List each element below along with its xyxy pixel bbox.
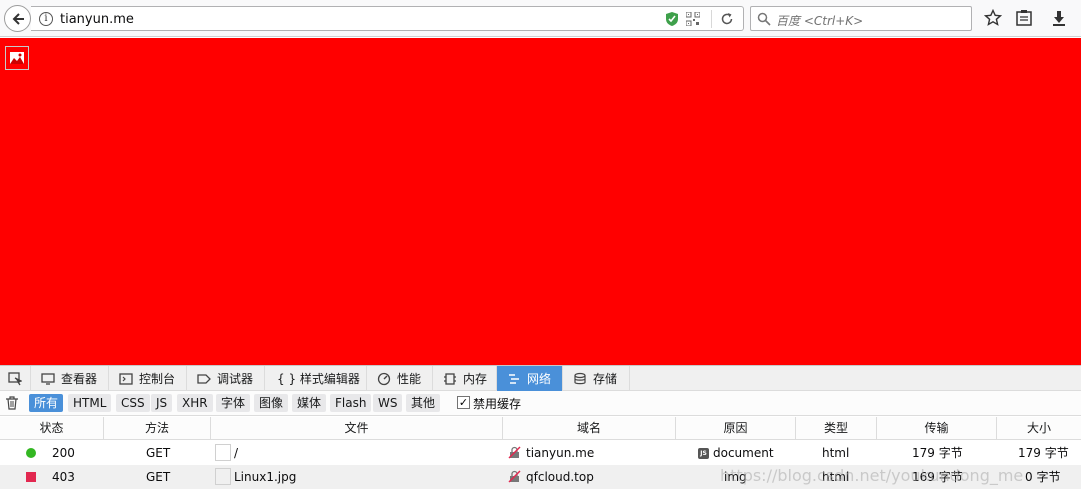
tab-label: 网络 — [527, 372, 552, 386]
request-file: Linux1.jpg — [234, 470, 297, 484]
watermark: https://blog.csdn.net/youkundong_me — [720, 466, 1024, 485]
performance-icon — [377, 372, 391, 385]
tab-network[interactable]: 网络 — [497, 366, 563, 391]
status-ok-icon — [26, 448, 36, 458]
network-icon — [509, 373, 519, 384]
debugger-icon — [197, 373, 211, 384]
tab-memory[interactable]: 内存 — [433, 366, 497, 391]
file-thumbnail — [215, 444, 231, 461]
tab-performance[interactable]: 性能 — [367, 366, 433, 391]
shield-icon[interactable] — [665, 11, 679, 27]
devtools-tab-strip: 查看器 控制台 调试器 { } 样式编辑器 性能 内存 网络 存储 — [0, 365, 1081, 391]
memory-icon — [444, 372, 456, 385]
table-row[interactable]: 200 GET / tianyun.me JS document html 17… — [0, 441, 1081, 465]
column-transferred[interactable]: 传输 — [877, 417, 997, 439]
status-code: 200 — [52, 446, 75, 460]
reload-icon[interactable] — [720, 12, 734, 26]
search-icon — [757, 12, 771, 26]
request-domain: tianyun.me — [526, 446, 595, 460]
request-table-header: 状态 方法 文件 域名 原因 类型 传输 大小 — [0, 417, 1081, 440]
filter-flash[interactable]: Flash — [330, 394, 372, 412]
filter-all[interactable]: 所有 — [29, 394, 64, 412]
bookmark-star-icon[interactable] — [984, 9, 1002, 27]
filter-media[interactable]: 媒体 — [292, 394, 327, 412]
tab-inspector[interactable]: 查看器 — [31, 366, 109, 391]
disable-cache-label[interactable]: 禁用缓存 — [473, 395, 521, 412]
back-button[interactable] — [4, 5, 31, 32]
network-filter-bar: 所有 HTML CSS JS XHR 字体 图像 媒体 Flash WS 其他 … — [0, 391, 1081, 416]
url-text[interactable]: tianyun.me — [60, 12, 134, 27]
file-thumbnail — [215, 468, 231, 485]
reading-list-icon[interactable] — [1015, 9, 1033, 27]
column-status[interactable]: 状态 — [0, 417, 104, 439]
tab-label: 性能 — [397, 372, 422, 386]
request-file: / — [234, 446, 239, 460]
request-cause: document — [713, 446, 774, 460]
info-icon[interactable]: i — [39, 12, 53, 26]
search-bar[interactable]: 百度 <Ctrl+K> — [750, 6, 972, 31]
column-size[interactable]: 大小 — [997, 417, 1081, 439]
qr-code-icon[interactable] — [686, 12, 700, 26]
tab-label: 内存 — [463, 372, 488, 386]
tab-label: 查看器 — [61, 372, 98, 386]
insecure-lock-icon — [508, 470, 521, 483]
image-placeholder-icon — [10, 52, 24, 64]
tab-console[interactable]: 控制台 — [109, 366, 187, 391]
status-code: 403 — [52, 470, 75, 484]
request-size: 179 字节 — [1018, 446, 1069, 460]
filter-xhr[interactable]: XHR — [177, 394, 213, 412]
request-transferred: 179 字节 — [912, 446, 963, 460]
column-file[interactable]: 文件 — [211, 417, 503, 439]
column-domain[interactable]: 域名 — [503, 417, 676, 439]
tab-label: 控制台 — [139, 372, 176, 386]
request-method: GET — [146, 470, 171, 484]
filter-fonts[interactable]: 字体 — [216, 394, 251, 412]
console-icon — [119, 372, 133, 385]
tab-label: 存储 — [593, 372, 618, 386]
arrow-left-icon — [12, 12, 24, 25]
tab-label: 调试器 — [217, 372, 254, 386]
element-picker-icon — [8, 371, 22, 385]
url-separator — [711, 10, 712, 28]
broken-image-icon — [5, 46, 29, 70]
request-method: GET — [146, 446, 171, 460]
trash-icon[interactable] — [5, 396, 19, 410]
filter-js[interactable]: JS — [151, 394, 173, 412]
column-cause[interactable]: 原因 — [676, 417, 796, 439]
disable-cache-checkbox[interactable]: ✓ — [457, 396, 470, 409]
js-badge-icon: JS — [698, 448, 709, 459]
filter-html[interactable]: HTML — [68, 394, 112, 412]
tab-debugger[interactable]: 调试器 — [187, 366, 265, 391]
tab-style-editor[interactable]: { } 样式编辑器 — [265, 366, 367, 391]
tab-label: { } 样式编辑器 — [277, 372, 360, 386]
page-viewport — [0, 38, 1081, 365]
url-bar[interactable]: i tianyun.me — [31, 6, 744, 31]
request-domain: qfcloud.top — [526, 470, 594, 484]
status-error-icon — [26, 472, 36, 482]
filter-images[interactable]: 图像 — [254, 394, 289, 412]
storage-icon — [574, 372, 586, 384]
browser-toolbar: i tianyun.me 百度 <Ctrl+K> — [0, 0, 1081, 37]
element-picker-button[interactable] — [0, 366, 31, 391]
filter-ws[interactable]: WS — [373, 394, 403, 412]
filter-css[interactable]: CSS — [116, 394, 150, 412]
column-type[interactable]: 类型 — [796, 417, 877, 439]
request-size: 0 字节 — [1025, 470, 1061, 484]
request-type: html — [822, 446, 850, 460]
download-icon[interactable] — [1050, 9, 1068, 27]
inspector-icon — [41, 372, 55, 385]
search-placeholder: 百度 <Ctrl+K> — [776, 14, 864, 28]
column-method[interactable]: 方法 — [104, 417, 211, 439]
filter-other[interactable]: 其他 — [406, 394, 441, 412]
tab-storage[interactable]: 存储 — [563, 366, 630, 391]
insecure-lock-icon — [508, 446, 521, 459]
